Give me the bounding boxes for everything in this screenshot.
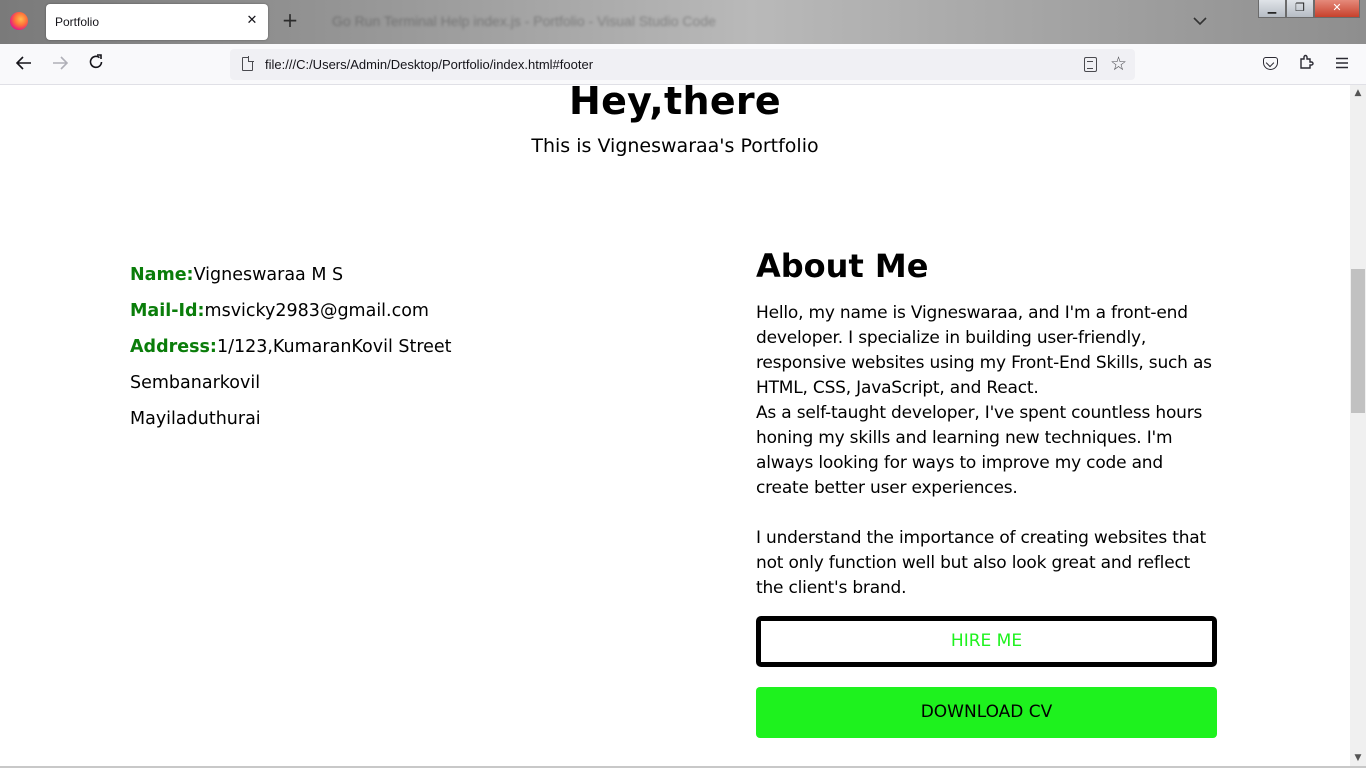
tab-portfolio[interactable]: Portfolio ✕ <box>46 4 268 40</box>
new-tab-button[interactable]: + <box>280 10 300 31</box>
address-bar[interactable]: file:///C:/Users/Admin/Desktop/Portfolio… <box>230 49 1135 80</box>
forward-arrow-icon[interactable] <box>47 52 73 78</box>
tab-strip: Portfolio ✕ + Go Run Terminal Help index… <box>0 0 1366 44</box>
about-section: About Me Hello, my name is Vigneswaraa, … <box>756 245 1218 601</box>
bookmark-star-icon[interactable]: ☆ <box>1110 53 1127 75</box>
mail-value: msvicky2983@gmail.com <box>204 301 429 321</box>
page-viewport: Hey,there This is Vigneswaraa's Portfoli… <box>0 85 1350 766</box>
scroll-down-arrow-icon[interactable]: ▼ <box>1350 750 1366 766</box>
close-window-button[interactable]: ✕ <box>1314 0 1360 18</box>
about-paragraph-2: As a self-taught developer, I've spent c… <box>756 403 1203 498</box>
back-arrow-icon[interactable] <box>11 52 37 78</box>
window-controls: ▁ ❐ ✕ <box>1258 0 1360 18</box>
list-all-tabs-icon[interactable] <box>1189 11 1211 33</box>
pocket-icon[interactable] <box>1260 54 1280 74</box>
url-text[interactable]: file:///C:/Users/Admin/Desktop/Portfolio… <box>265 57 593 72</box>
background-window-title: Go Run Terminal Help index.js - Portfoli… <box>332 13 716 29</box>
vertical-scrollbar[interactable]: ▲ ▼ <box>1350 85 1366 766</box>
minimize-button[interactable]: ▁ <box>1258 0 1286 18</box>
name-value: Vigneswaraa M S <box>193 265 344 285</box>
reload-icon[interactable] <box>83 52 109 78</box>
mail-line: Mail-Id:msvicky2983@gmail.com <box>130 293 452 329</box>
reader-view-icon[interactable] <box>1084 57 1097 72</box>
address-value-line1: 1/123,KumaranKovil Street <box>216 337 452 357</box>
navigation-toolbar: file:///C:/Users/Admin/Desktop/Portfolio… <box>0 44 1366 85</box>
about-title: About Me <box>756 247 929 285</box>
name-label: Name: <box>130 265 194 285</box>
firefox-logo-icon[interactable] <box>10 12 28 30</box>
page-icon[interactable] <box>242 56 254 71</box>
about-paragraph-3: I understand the importance of creating … <box>756 528 1206 598</box>
hire-me-button[interactable]: HIRE ME <box>756 616 1217 667</box>
address-line: Address:1/123,KumaranKovil Street <box>130 329 452 365</box>
scrollbar-thumb[interactable] <box>1351 269 1365 413</box>
download-cv-button[interactable]: DOWNLOAD CV <box>756 687 1217 738</box>
mail-label: Mail-Id: <box>130 301 205 321</box>
page-subheading: This is Vigneswaraa's Portfolio <box>531 135 819 157</box>
address-value-line2: Sembanarkovil <box>130 373 261 393</box>
page-heading: Hey,there <box>568 85 782 123</box>
address-value-line3: Mayiladuthurai <box>130 409 261 429</box>
name-line: Name:Vigneswaraa M S <box>130 257 452 293</box>
address-label: Address: <box>130 337 217 357</box>
about-body: Hello, my name is Vigneswaraa, and I'm a… <box>756 301 1218 601</box>
maximize-button[interactable]: ❐ <box>1286 0 1314 18</box>
contact-info: Name:Vigneswaraa M S Mail-Id:msvicky2983… <box>130 257 452 437</box>
about-paragraph-1: Hello, my name is Vigneswaraa, and I'm a… <box>756 303 1212 398</box>
extensions-icon[interactable] <box>1296 54 1316 74</box>
tab-title: Portfolio <box>55 15 100 29</box>
close-tab-icon[interactable]: ✕ <box>244 13 260 29</box>
scroll-up-arrow-icon[interactable]: ▲ <box>1350 85 1366 101</box>
menu-icon[interactable] <box>1332 54 1352 74</box>
